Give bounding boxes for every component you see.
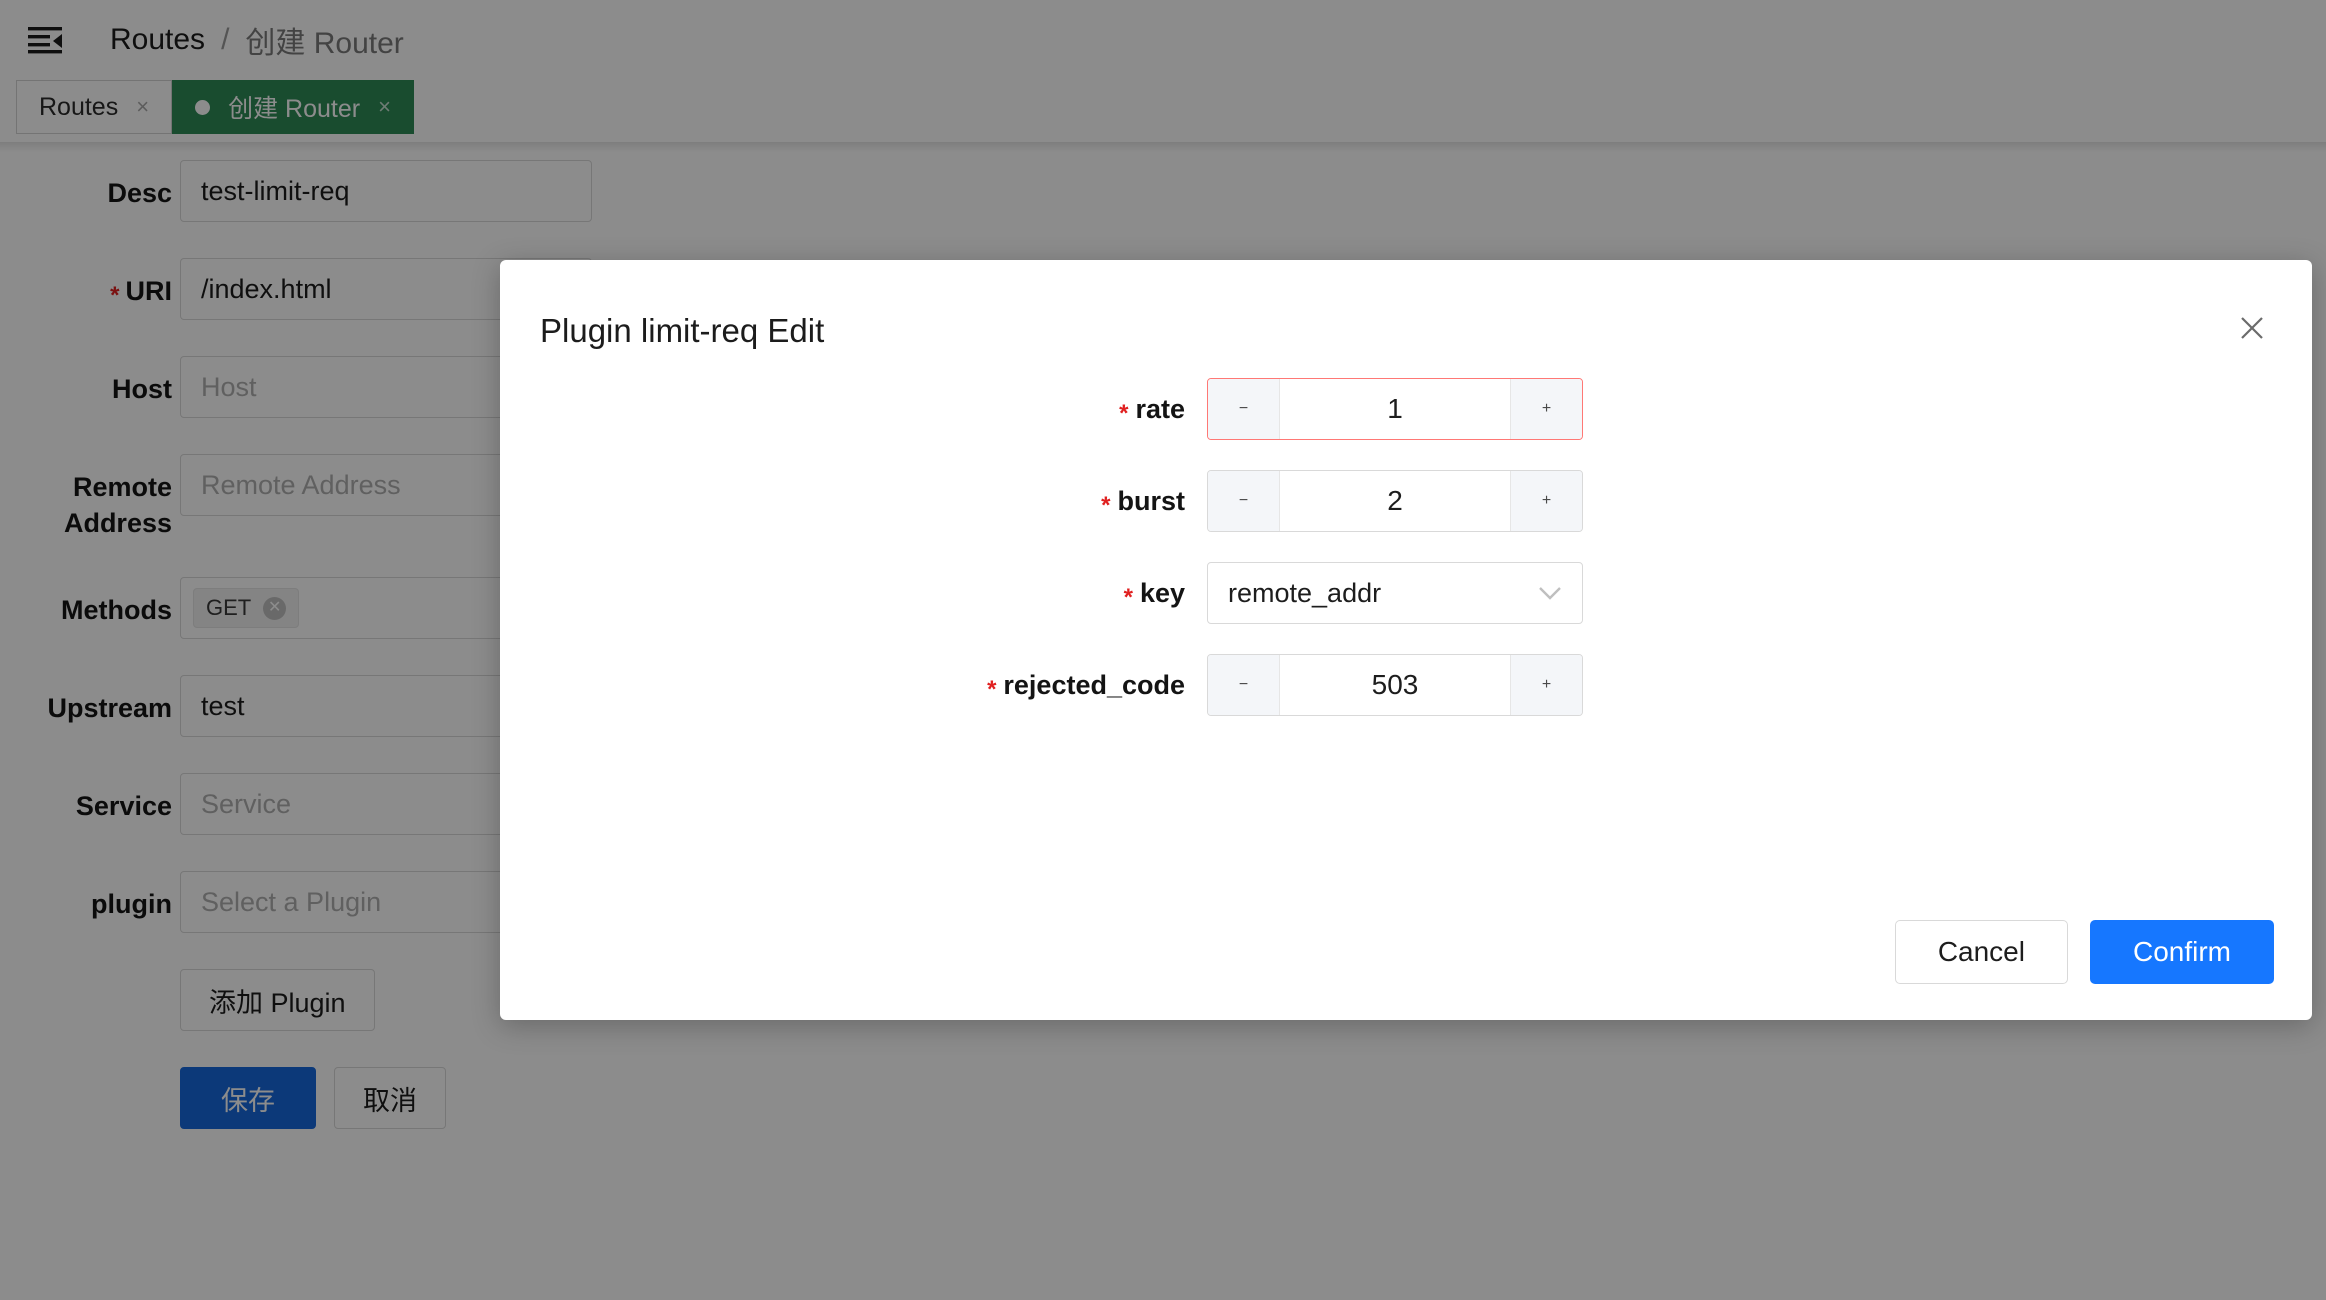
modal-field-rate: * rate − 1 +	[500, 378, 2312, 440]
modal-field-burst: * burst − 2 +	[500, 470, 2312, 532]
modal-field-rejected-code-label: * rejected_code	[500, 670, 1207, 701]
key-select-value: remote_addr	[1228, 578, 1381, 609]
modal-field-rate-label-text: rate	[1135, 394, 1185, 424]
required-star-icon: *	[1119, 400, 1128, 427]
rejected-code-value[interactable]: 503	[1280, 655, 1510, 715]
plugin-edit-modal: Plugin limit-req Edit * rate − 1 + * burst…	[500, 260, 2312, 1020]
rejected-code-decrement-icon[interactable]: −	[1208, 655, 1280, 715]
burst-increment-icon[interactable]: +	[1510, 471, 1582, 531]
close-icon[interactable]	[2230, 306, 2274, 350]
modal-field-burst-label: * burst	[500, 486, 1207, 517]
modal-form: * rate − 1 + * burst − 2 + * key	[500, 378, 2312, 746]
rate-increment-icon[interactable]: +	[1510, 379, 1582, 439]
modal-field-key-label: * key	[500, 578, 1207, 609]
required-star-icon: *	[987, 676, 996, 703]
burst-decrement-icon[interactable]: −	[1208, 471, 1280, 531]
key-select[interactable]: remote_addr	[1207, 562, 1583, 624]
required-star-icon: *	[1124, 584, 1133, 611]
modal-field-rejected-code: * rejected_code − 503 +	[500, 654, 2312, 716]
modal-title: Plugin limit-req Edit	[540, 312, 824, 350]
modal-cancel-button[interactable]: Cancel	[1895, 920, 2068, 984]
rate-stepper[interactable]: − 1 +	[1207, 378, 1583, 440]
modal-field-key-label-text: key	[1140, 578, 1185, 608]
modal-field-rejected-code-label-text: rejected_code	[1003, 670, 1185, 700]
chevron-down-icon	[1538, 586, 1562, 600]
required-star-icon: *	[1101, 492, 1110, 519]
rate-decrement-icon[interactable]: −	[1208, 379, 1280, 439]
rate-value[interactable]: 1	[1280, 379, 1510, 439]
burst-stepper[interactable]: − 2 +	[1207, 470, 1583, 532]
burst-value[interactable]: 2	[1280, 471, 1510, 531]
modal-footer: Cancel Confirm	[1895, 920, 2274, 984]
rejected-code-stepper[interactable]: − 503 +	[1207, 654, 1583, 716]
modal-field-rate-label: * rate	[500, 394, 1207, 425]
modal-field-burst-label-text: burst	[1118, 486, 1186, 516]
rejected-code-increment-icon[interactable]: +	[1510, 655, 1582, 715]
modal-field-key: * key remote_addr	[500, 562, 2312, 624]
modal-confirm-button[interactable]: Confirm	[2090, 920, 2274, 984]
